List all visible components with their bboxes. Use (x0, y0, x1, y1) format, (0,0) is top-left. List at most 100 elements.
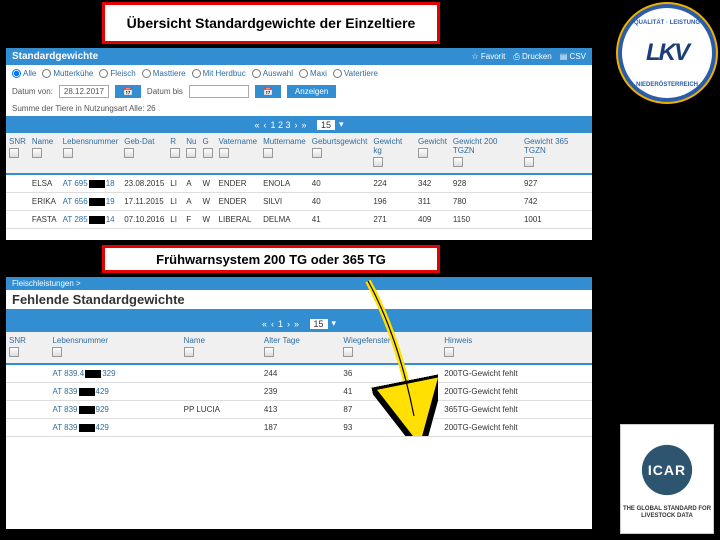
filter-icon[interactable] (52, 347, 62, 357)
col-gewicht-365-tgzn[interactable]: Gewicht 365 TGZN (521, 133, 592, 174)
filter-row2: Datum von: 28.12.2017 📅 Datum bis 📅 Anze… (6, 82, 592, 101)
breadcrumb[interactable]: Fleischleistungen > (6, 277, 592, 290)
table-standardgewichte: SNRNameLebensnummerGeb-DatRNuGVaternameM… (6, 133, 592, 229)
filter-icon[interactable] (170, 148, 180, 158)
csv-link[interactable]: ▤ CSV (560, 52, 586, 62)
table-row[interactable]: AT 83942918793200TG-Gewicht fehlt (6, 419, 592, 437)
table-row[interactable]: AT 839.432924436200TG-Gewicht fehlt (6, 364, 592, 383)
col-muttername[interactable]: Muttername (260, 133, 309, 174)
pager2-prev-icon[interactable]: ‹ (271, 319, 274, 329)
col2-wiegefenster[interactable]: Wiegefenster (340, 332, 441, 364)
pager2-last-icon[interactable]: » (294, 319, 299, 329)
calendar-icon-2[interactable]: 📅 (255, 85, 281, 98)
pager-1: « ‹ 1 2 3 › » 15 ▾ (6, 116, 592, 133)
filter-icon[interactable] (63, 148, 73, 158)
col-nu[interactable]: Nu (183, 133, 199, 174)
filter-icon[interactable] (418, 148, 428, 158)
pager-next-icon[interactable]: › (294, 120, 297, 130)
filter-icon[interactable] (343, 347, 353, 357)
date-from-label: Datum von: (12, 87, 53, 96)
filter-icon[interactable] (373, 157, 383, 167)
col2-lebensnummer[interactable]: Lebensnummer (49, 332, 180, 364)
pager-last-icon[interactable]: » (301, 120, 306, 130)
filter-icon[interactable] (184, 347, 194, 357)
page-size-2[interactable]: 15 (310, 319, 328, 329)
filter-icon[interactable] (453, 157, 463, 167)
logo-text: LKV (646, 39, 688, 67)
date-from-input[interactable]: 28.12.2017 (59, 85, 109, 98)
radio-alle[interactable]: Alle (12, 69, 36, 78)
filter-icon[interactable] (124, 148, 134, 158)
col-snr[interactable]: SNR (6, 133, 29, 174)
logo-top: QUALITÄT · LEISTUNG (634, 20, 700, 26)
page-size-2-dd-icon[interactable]: ▾ (332, 318, 337, 329)
logo-bot: NIEDERÖSTERREICH (636, 82, 698, 88)
col-gewicht-200-tgzn[interactable]: Gewicht 200 TGZN (450, 133, 521, 174)
filter-radios: Alle Mutterkühe Fleisch Masttiere Mit He… (6, 65, 592, 82)
panel1-header: Standardgewichte ☆ Favorit ⎙ Drucken ▤ C… (6, 48, 592, 65)
filter-icon[interactable] (524, 157, 534, 167)
icar-badge: ICAR THE GLOBAL STANDARD FOR LIVESTOCK D… (620, 424, 714, 534)
panel-standardgewichte: Standardgewichte ☆ Favorit ⎙ Drucken ▤ C… (4, 46, 594, 242)
pager-prev-icon[interactable]: ‹ (263, 120, 266, 130)
radio-mit herdbuc[interactable]: Mit Herdbuc (192, 69, 246, 78)
table-row[interactable]: ELSAAT 6951823.08.2015LIAWENDERENOLA4022… (6, 174, 592, 193)
pager-first-icon[interactable]: « (254, 120, 259, 130)
title-banner-2: Frühwarnsystem 200 TG oder 365 TG (102, 245, 440, 273)
favorit-link[interactable]: ☆ Favorit (472, 52, 506, 62)
filter-icon[interactable] (32, 148, 42, 158)
filter-icon[interactable] (9, 148, 19, 158)
filter-icon[interactable] (312, 148, 322, 158)
col2-snr[interactable]: SNR (6, 332, 49, 364)
panel-fehlende: Fleischleistungen > Fehlende Standardgew… (4, 275, 594, 531)
table-row[interactable]: ERIKAAT 6561917.11.2015LIAWENDERSILVI401… (6, 193, 592, 211)
radio-masttiere[interactable]: Masttiere (142, 69, 186, 78)
col-lebensnummer[interactable]: Lebensnummer (60, 133, 122, 174)
radio-maxi[interactable]: Maxi (299, 69, 327, 78)
col2-name[interactable]: Name (181, 332, 261, 364)
filter-icon[interactable] (186, 148, 196, 158)
panel2-title: Fehlende Standardgewichte (6, 290, 592, 309)
col-name[interactable]: Name (29, 133, 60, 174)
radio-vatertiere[interactable]: Vatertiere (333, 69, 378, 78)
pager2-next-icon[interactable]: › (287, 319, 290, 329)
radio-mutterkühe[interactable]: Mutterkühe (42, 69, 93, 78)
filter-icon[interactable] (219, 148, 229, 158)
filter-icon[interactable] (264, 347, 274, 357)
filter-icon[interactable] (444, 347, 454, 357)
table-row[interactable]: FASTAAT 2851407.10.2016LIFWLIBERALDELMA4… (6, 211, 592, 229)
pager-2: « ‹ 1 › » 15 ▾ (6, 315, 592, 332)
date-to-input[interactable] (189, 85, 249, 98)
filter-icon[interactable] (263, 148, 273, 158)
pager-pages[interactable]: 1 2 3 (270, 120, 290, 130)
table-row[interactable]: AT 839929PP LUCIA41387365TG-Gewicht fehl… (6, 401, 592, 419)
lkv-logo: QUALITÄT · LEISTUNG LKV NIEDERÖSTERREICH (622, 8, 712, 98)
drucken-link[interactable]: ⎙ Drucken (513, 52, 551, 62)
col-g[interactable]: G (200, 133, 216, 174)
radio-auswahl[interactable]: Auswahl (252, 69, 293, 78)
table-row[interactable]: AT 83942923941200TG-Gewicht fehlt (6, 383, 592, 401)
col-gewicht[interactable]: Gewicht (415, 133, 450, 174)
col-r[interactable]: R (167, 133, 183, 174)
col-vatername[interactable]: Vatername (216, 133, 261, 174)
panel1-title: Standardgewichte (12, 51, 98, 62)
date-to-label: Datum bis (147, 87, 183, 96)
title-banner-1: Übersicht Standardgewichte der Einzeltie… (102, 2, 440, 44)
pager2-first-icon[interactable]: « (262, 319, 267, 329)
anzeigen-button[interactable]: Anzeigen (287, 85, 336, 98)
filter-icon[interactable] (203, 148, 213, 158)
col2-hinweis[interactable]: Hinweis (441, 332, 592, 364)
col-geburtsgewicht[interactable]: Geburtsgewicht (309, 133, 371, 174)
panel1-actions: ☆ Favorit ⎙ Drucken ▤ CSV (472, 52, 587, 62)
col-geb-dat[interactable]: Geb-Dat (121, 133, 167, 174)
icar-sub: THE GLOBAL STANDARD FOR LIVESTOCK DATA (621, 506, 713, 519)
radio-fleisch[interactable]: Fleisch (99, 69, 135, 78)
col2-alter-tage[interactable]: Alter Tage (261, 332, 340, 364)
filter-icon[interactable] (9, 347, 19, 357)
col-gewicht-kg[interactable]: Gewicht kg (370, 133, 415, 174)
page-size[interactable]: 15 (317, 120, 335, 130)
calendar-icon[interactable]: 📅 (115, 85, 141, 98)
icar-logo: ICAR (635, 438, 699, 502)
page-size-dd-icon[interactable]: ▾ (339, 119, 344, 130)
pager2-pages[interactable]: 1 (278, 319, 283, 329)
